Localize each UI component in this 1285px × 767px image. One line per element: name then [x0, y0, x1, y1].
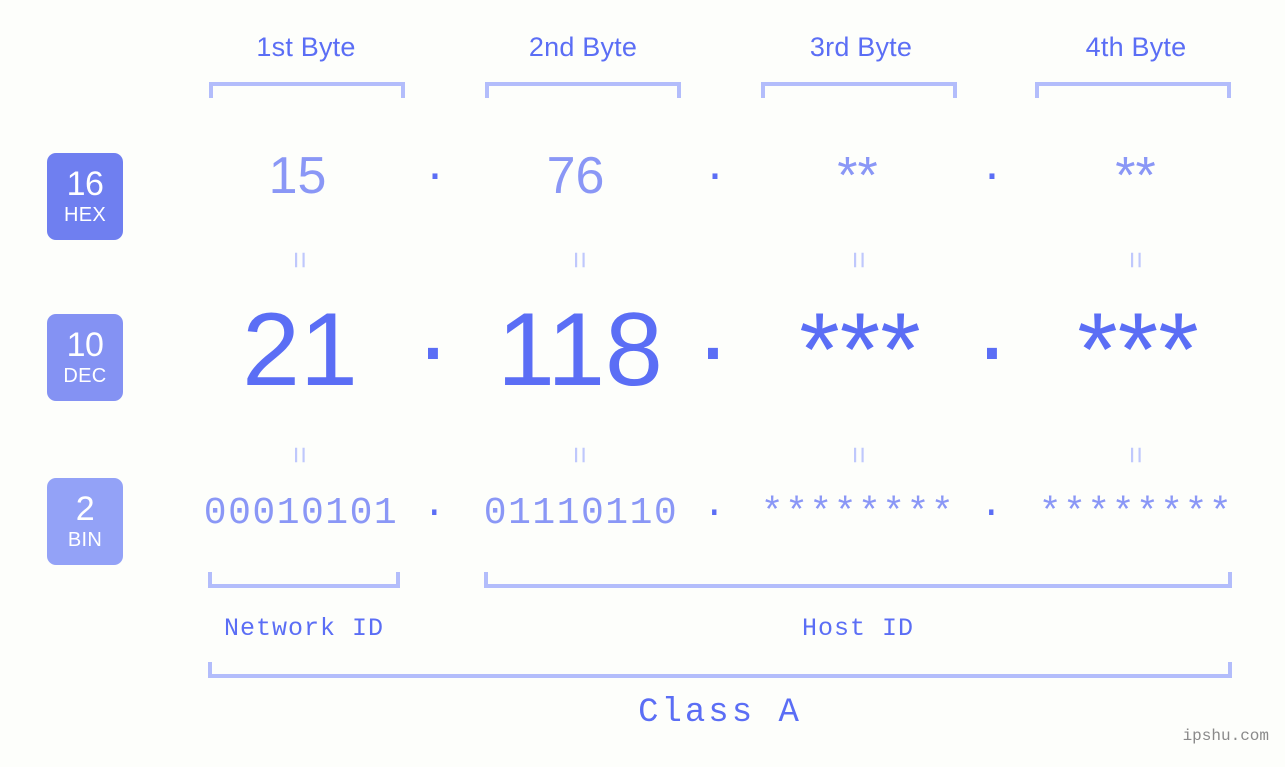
equals-sign-dec-bin-4: =: [1119, 446, 1152, 464]
dec-byte-3: ***: [799, 292, 921, 408]
bin-byte-3: ********: [760, 492, 956, 535]
hex-byte-2: 76: [546, 147, 605, 205]
bin-byte-1: 00010101: [203, 492, 399, 535]
hex-separator-1: .: [427, 133, 443, 191]
equals-sign-dec-bin-2: =: [563, 446, 596, 464]
bin-separator-2: .: [702, 484, 728, 527]
base-badge-bin-name: BIN: [67, 528, 103, 551]
dec-separator-2: .: [698, 266, 728, 382]
dec-separator-1: .: [418, 266, 448, 382]
base-badge-dec: 10 DEC: [47, 314, 123, 401]
equals-sign-dec-bin-3: =: [842, 446, 875, 464]
byte-header-3: 3rd Byte: [809, 32, 913, 62]
dec-byte-2: 118: [497, 292, 663, 408]
dec-separator-3: .: [977, 266, 1007, 382]
bin-byte-2: 01110110: [483, 492, 679, 535]
byte-bracket-3: [761, 82, 957, 98]
network-id-label: Network ID: [223, 614, 385, 643]
bin-byte-4: ********: [1038, 492, 1234, 535]
class-bracket: [208, 662, 1232, 678]
hex-byte-4: **: [1115, 147, 1156, 205]
base-badge-hex-number: 16: [66, 165, 104, 204]
byte-header-2: 2nd Byte: [528, 32, 638, 62]
network-id-bracket: [208, 572, 400, 588]
byte-bracket-1: [209, 82, 405, 98]
base-badge-hex: 16 HEX: [47, 153, 123, 240]
equals-sign-hex-dec-4: =: [1119, 251, 1152, 269]
byte-bracket-2: [485, 82, 681, 98]
ip-breakdown-diagram: 1st Byte 2nd Byte 3rd Byte 4th Byte 16 H…: [0, 0, 1285, 767]
hex-byte-1: 15: [268, 147, 327, 205]
host-id-label: Host ID: [801, 614, 915, 643]
bin-separator-3: .: [979, 484, 1005, 527]
class-label: Class A: [638, 694, 802, 732]
base-badge-dec-name: DEC: [63, 364, 107, 387]
equals-sign-hex-dec-3: =: [842, 251, 875, 269]
hex-byte-3: **: [837, 147, 878, 205]
byte-bracket-4: [1035, 82, 1231, 98]
base-badge-hex-name: HEX: [63, 203, 107, 226]
base-badge-bin: 2 BIN: [47, 478, 123, 565]
byte-header-1: 1st Byte: [256, 32, 356, 62]
dec-byte-4: ***: [1077, 292, 1199, 408]
equals-sign-hex-dec-2: =: [563, 251, 596, 269]
hex-separator-2: .: [707, 133, 723, 191]
dec-byte-1: 21: [242, 292, 358, 408]
base-badge-dec-number: 10: [66, 326, 104, 365]
equals-sign-dec-bin-1: =: [283, 446, 316, 464]
bin-separator-1: .: [422, 484, 448, 527]
site-watermark: ipshu.com: [1182, 727, 1269, 745]
host-id-bracket: [484, 572, 1232, 588]
hex-separator-3: .: [984, 133, 1000, 191]
equals-sign-hex-dec-1: =: [283, 251, 316, 269]
base-badge-bin-number: 2: [75, 490, 95, 529]
byte-header-4: 4th Byte: [1085, 32, 1187, 62]
